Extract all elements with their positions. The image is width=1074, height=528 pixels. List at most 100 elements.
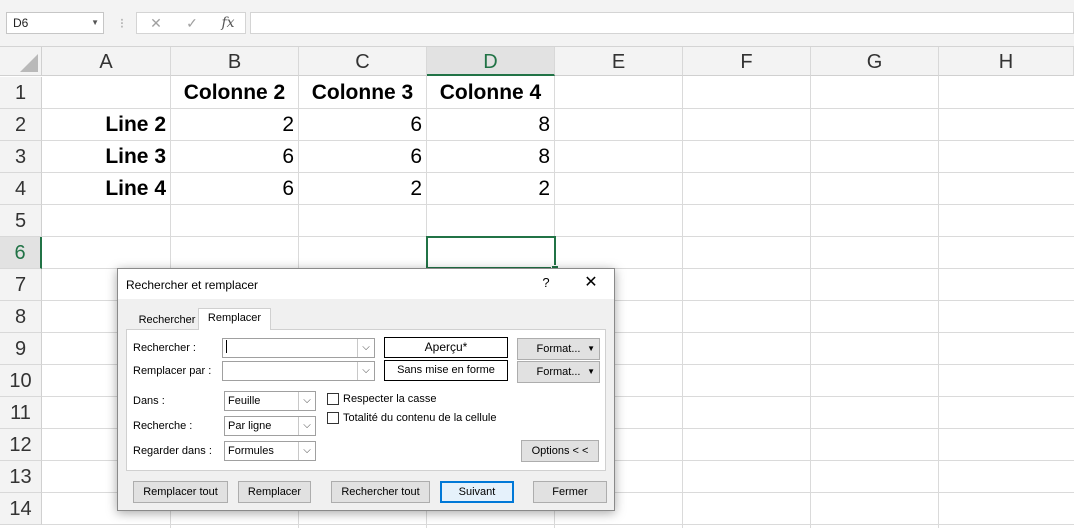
within-select-value: Feuille: [228, 395, 261, 407]
help-icon[interactable]: ?: [536, 273, 556, 293]
cell-a3[interactable]: Line 3: [42, 141, 171, 173]
cell-c2[interactable]: 6: [299, 109, 427, 141]
row-header-1[interactable]: 1: [0, 77, 42, 109]
column-header-c[interactable]: C: [299, 47, 427, 76]
find-replace-dialog: Rechercher et remplacer ? ✕ Rechercher R…: [117, 268, 615, 511]
lookin-select-value: Formules: [228, 445, 274, 457]
dialog-title: Rechercher et remplacer: [126, 278, 259, 292]
gridline-horizontal: [42, 236, 1074, 237]
find-next-button[interactable]: Suivant: [440, 481, 514, 503]
name-box-value: D6: [13, 16, 29, 30]
chevron-down-icon[interactable]: ⌵: [357, 339, 374, 357]
row-header-5[interactable]: 5: [0, 205, 42, 237]
within-label: Dans :: [133, 395, 165, 407]
column-header-e[interactable]: E: [555, 47, 683, 76]
select-all-icon: [20, 54, 38, 72]
row-header-8[interactable]: 8: [0, 301, 42, 333]
gridline-vertical: [810, 76, 811, 528]
close-icon[interactable]: ✕: [580, 272, 602, 294]
options-button[interactable]: Options < <: [521, 440, 599, 462]
chevron-down-icon[interactable]: ⌵: [357, 362, 374, 380]
within-select[interactable]: Feuille ⌵: [224, 391, 316, 411]
find-format-label: Format...: [536, 343, 581, 355]
column-header-b[interactable]: B: [171, 47, 299, 76]
cell-d1[interactable]: Colonne 4: [427, 77, 555, 109]
cell-b3[interactable]: 6: [171, 141, 299, 173]
match-case-label[interactable]: Respecter la casse: [343, 393, 437, 405]
cell-d3[interactable]: 8: [427, 141, 555, 173]
row-header-4[interactable]: 4: [0, 173, 42, 205]
replace-format-label: Format...: [536, 366, 581, 378]
name-box[interactable]: D6 ▼: [6, 12, 104, 34]
cell-d4[interactable]: 2: [427, 173, 555, 205]
replace-input[interactable]: ⌵: [222, 361, 375, 381]
lookin-label: Regarder dans :: [133, 445, 212, 457]
cell-a2[interactable]: Line 2: [42, 109, 171, 141]
replace-format-button[interactable]: Format... ▼: [517, 361, 600, 383]
close-button[interactable]: Fermer: [533, 481, 607, 503]
row-header-7[interactable]: 7: [0, 269, 42, 301]
row-header-9[interactable]: 9: [0, 333, 42, 365]
chevron-down-icon[interactable]: ⌵: [298, 442, 315, 460]
selected-cell-d6[interactable]: [426, 236, 556, 269]
gridline-vertical: [938, 76, 939, 528]
cell-b2[interactable]: 2: [171, 109, 299, 141]
tab-replace[interactable]: Remplacer: [198, 308, 271, 330]
dropdown-arrow-icon: ▼: [587, 344, 595, 353]
row-header-2[interactable]: 2: [0, 109, 42, 141]
row-header-6[interactable]: 6: [0, 237, 42, 269]
match-case-checkbox[interactable]: [327, 393, 339, 405]
row-header-14[interactable]: 14: [0, 493, 42, 525]
cell-d2[interactable]: 8: [427, 109, 555, 141]
find-label: Rechercher :: [133, 342, 196, 354]
column-header-d[interactable]: D: [427, 47, 555, 76]
enter-icon[interactable]: ✓: [179, 13, 205, 33]
dialog-titlebar[interactable]: Rechercher et remplacer ? ✕: [118, 269, 614, 299]
cell-b1[interactable]: Colonne 2: [171, 77, 299, 109]
tab-find[interactable]: Rechercher: [128, 310, 206, 329]
chevron-down-icon[interactable]: ⌵: [298, 392, 315, 410]
match-entire-checkbox[interactable]: [327, 412, 339, 424]
replace-all-button[interactable]: Remplacer tout: [133, 481, 228, 503]
replace-format-preview: Sans mise en forme: [384, 360, 508, 381]
formula-bar: D6 ▼ ⁝ ✕ ✓ fx: [0, 0, 1074, 47]
cell-c3[interactable]: 6: [299, 141, 427, 173]
replace-label: Remplacer par :: [133, 365, 212, 377]
search-select[interactable]: Par ligne ⌵: [224, 416, 316, 436]
row-header-11[interactable]: 11: [0, 397, 42, 429]
cancel-icon[interactable]: ✕: [143, 13, 169, 33]
lookin-select[interactable]: Formules ⌵: [224, 441, 316, 461]
find-all-button[interactable]: Rechercher tout: [331, 481, 430, 503]
column-header-g[interactable]: G: [811, 47, 939, 76]
gridline-vertical: [682, 76, 683, 528]
replace-button[interactable]: Remplacer: [238, 481, 311, 503]
find-format-preview: Aperçu*: [384, 337, 508, 358]
match-entire-label[interactable]: Totalité du contenu de la cellule: [343, 412, 497, 424]
search-select-value: Par ligne: [228, 420, 272, 432]
cell-a4[interactable]: Line 4: [42, 173, 171, 205]
column-header-a[interactable]: A: [42, 47, 171, 76]
dropdown-arrow-icon: ▼: [587, 367, 595, 376]
find-input[interactable]: ⌵: [222, 338, 375, 358]
search-label: Recherche :: [133, 420, 193, 432]
column-header-f[interactable]: F: [683, 47, 811, 76]
row-header-3[interactable]: 3: [0, 141, 42, 173]
formula-input[interactable]: [250, 12, 1074, 34]
gridline-horizontal: [42, 524, 1074, 525]
row-header-12[interactable]: 12: [0, 429, 42, 461]
text-cursor: [226, 340, 227, 353]
row-header-10[interactable]: 10: [0, 365, 42, 397]
replace-panel: Rechercher : ⌵ Aperçu* Format... ▼ Rempla…: [126, 329, 606, 471]
formula-buttons: ✕ ✓ fx: [136, 12, 246, 34]
column-header-h[interactable]: H: [939, 47, 1074, 76]
cell-b4[interactable]: 6: [171, 173, 299, 205]
cell-c4[interactable]: 2: [299, 173, 427, 205]
cell-c1[interactable]: Colonne 3: [299, 77, 427, 109]
more-options-icon: ⁝: [119, 15, 125, 31]
row-header-13[interactable]: 13: [0, 461, 42, 493]
select-all-button[interactable]: [0, 47, 42, 76]
find-format-button[interactable]: Format... ▼: [517, 338, 600, 360]
chevron-down-icon[interactable]: ⌵: [298, 417, 315, 435]
fx-icon[interactable]: fx: [215, 13, 241, 33]
chevron-down-icon[interactable]: ▼: [91, 13, 99, 33]
